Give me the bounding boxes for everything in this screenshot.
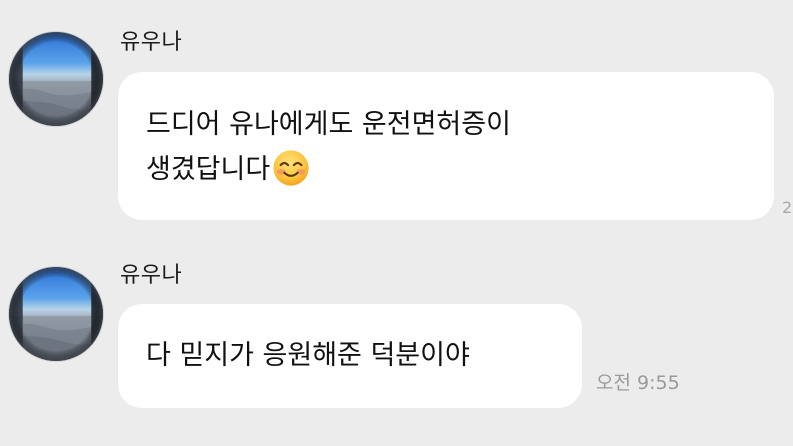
message-text-line: 드디어 유나에게도 운전면허증이	[146, 109, 511, 140]
message-text-line: 생겼답니다	[146, 147, 746, 192]
smiling-face-icon	[272, 149, 310, 187]
edge-marker: 2	[782, 198, 793, 217]
message-group: 유우나 다 믿지가 응원해준 덕분이야 오전 9:55	[0, 240, 793, 446]
message-text: 생겼답니다	[146, 154, 271, 185]
sender-name: 유우나	[120, 263, 183, 288]
message-bubble[interactable]: 드디어 유나에게도 운전면허증이 생겼답니다	[118, 72, 774, 220]
message-text-line: 다 믿지가 응원해준 덕분이야	[146, 340, 470, 371]
message-timestamp: 오전 9:55	[596, 372, 680, 394]
sender-avatar[interactable]	[8, 266, 104, 362]
sender-avatar[interactable]	[8, 31, 104, 127]
message-group: 유우나 드디어 유나에게도 운전면허증이 생겼답니다	[0, 0, 793, 230]
airplane-window-sky-icon	[9, 267, 103, 361]
airplane-window-sky-icon	[9, 32, 103, 126]
sender-name: 유우나	[120, 30, 183, 55]
message-bubble[interactable]: 다 믿지가 응원해준 덕분이야	[118, 304, 582, 408]
